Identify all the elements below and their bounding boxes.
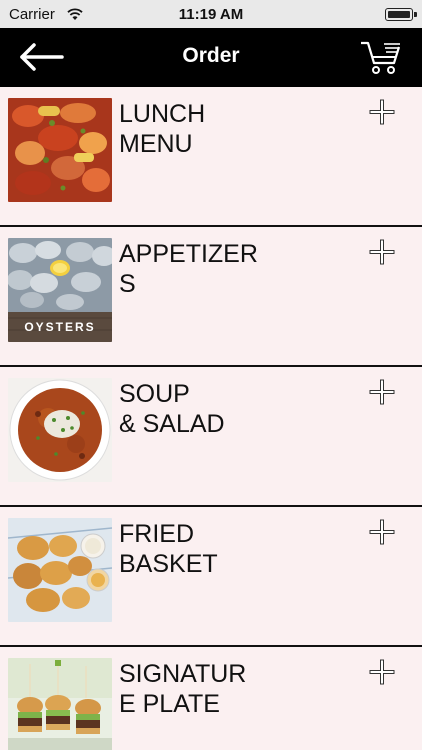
menu-item-label: APPETIZERS (119, 240, 258, 298)
menu-item-label: LUNCH MENU (119, 100, 206, 158)
plus-icon[interactable] (369, 239, 395, 265)
plus-icon[interactable] (369, 659, 395, 685)
plus-icon[interactable] (369, 99, 395, 125)
menu-item-label: SIGNATURE PLATE (119, 660, 247, 718)
menu-item-label: SOUP & SALAD (119, 380, 225, 438)
menu-item-signature-plate[interactable]: SIGNATURE PLATE (0, 647, 422, 750)
fried-shrimp-image (8, 518, 112, 622)
oysters-image-text: OYSTERS (24, 320, 96, 334)
page-title: Order (182, 44, 240, 67)
menu-item-soup-salad[interactable]: SOUP & SALAD (0, 367, 422, 507)
cart-icon[interactable] (360, 38, 402, 76)
soup-image (8, 378, 112, 482)
sliders-image (8, 658, 112, 750)
plus-icon[interactable] (369, 519, 395, 545)
plus-icon[interactable] (369, 379, 395, 405)
status-bar: Carrier 11:19 AM (0, 0, 422, 28)
menu-list: LUNCH MENU OYSTERS APPETIZERS SOUP & SAL… (0, 87, 422, 750)
battery-icon (385, 8, 417, 21)
lunch-image (8, 98, 112, 202)
status-time: 11:19 AM (178, 6, 244, 23)
menu-item-fried-basket[interactable]: FRIED BASKET (0, 507, 422, 647)
menu-item-appetizers[interactable]: OYSTERS APPETIZERS (0, 227, 422, 367)
oysters-image: OYSTERS (8, 238, 112, 342)
menu-item-lunch[interactable]: LUNCH MENU (0, 87, 422, 227)
menu-item-label: FRIED BASKET (119, 520, 218, 578)
nav-bar: Order (0, 28, 422, 87)
